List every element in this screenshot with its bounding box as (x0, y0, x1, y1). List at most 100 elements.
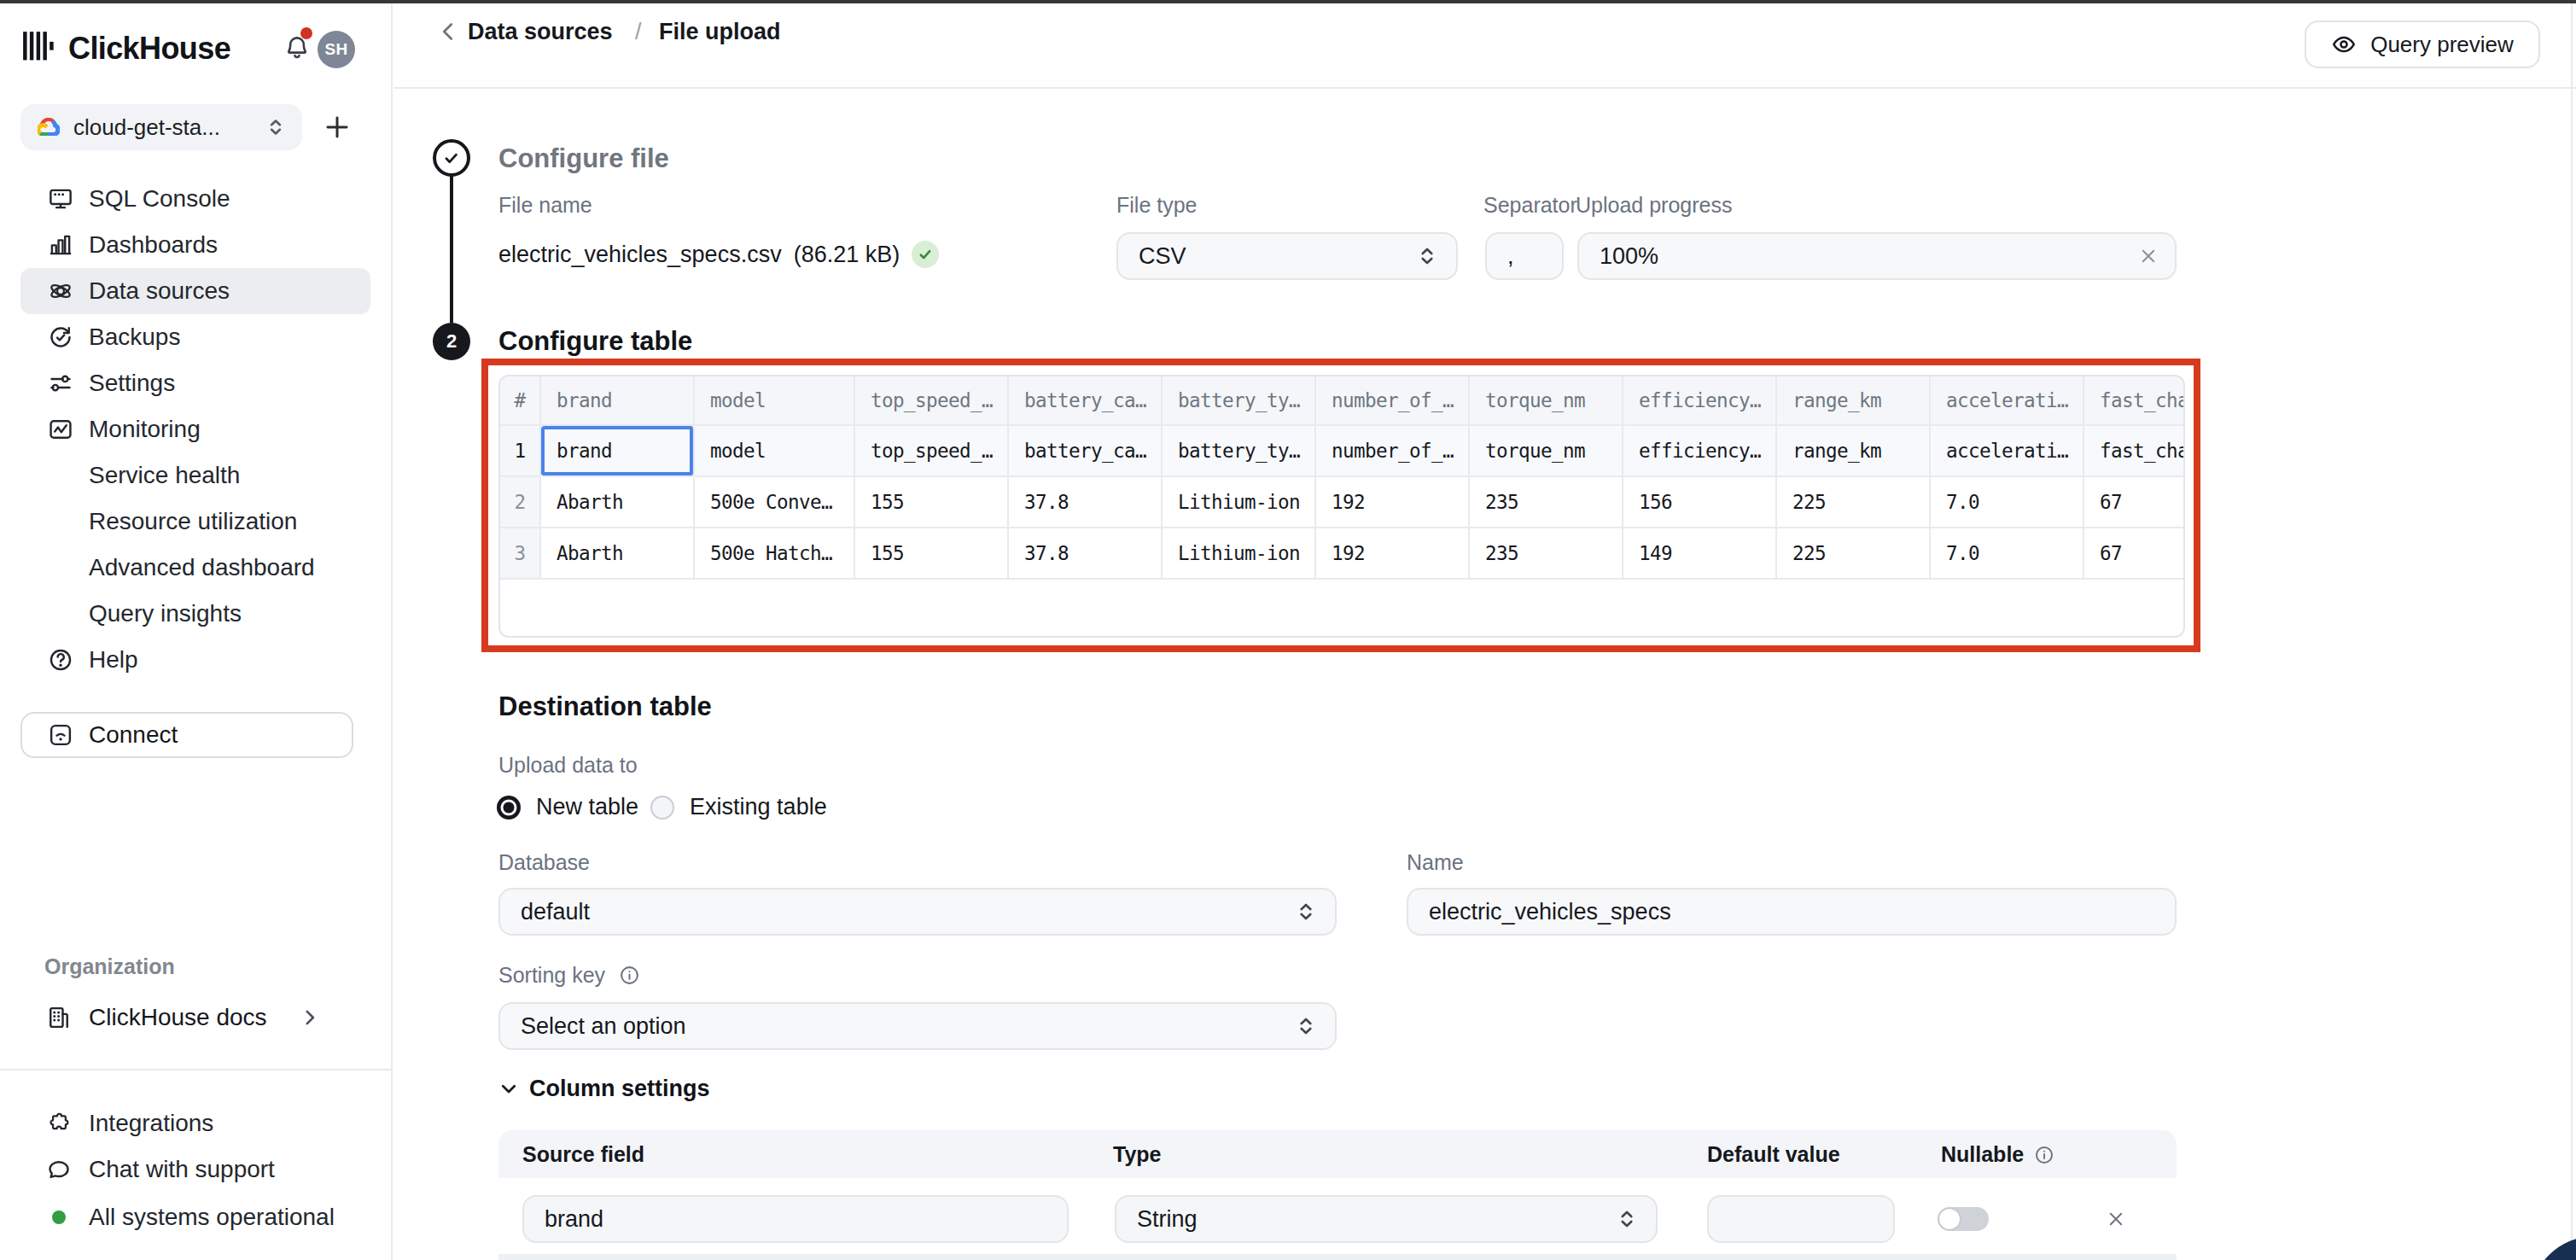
data-sources-icon (48, 278, 73, 304)
separator-label: Separator (1483, 193, 1577, 218)
sidebar-item-integrations[interactable]: Integrations (20, 1101, 372, 1146)
grid-cell[interactable]: 2 (500, 477, 541, 528)
grid-cell[interactable]: accelerati… (1931, 426, 2084, 477)
nullable-header: Nullable (1941, 1142, 2024, 1167)
separator-input[interactable]: , (1485, 232, 1564, 280)
grid-cell[interactable]: fast_cha (2084, 426, 2185, 477)
grid-cell[interactable]: 192 (1316, 528, 1470, 580)
source-field-input[interactable]: brand (522, 1195, 1069, 1243)
grid-cell[interactable]: 1 (500, 426, 541, 477)
radio-existing-table[interactable] (650, 796, 674, 820)
sidebar-item-sql-console[interactable]: SQL Console (20, 176, 370, 222)
breadcrumb-data-sources[interactable]: Data sources (468, 19, 613, 45)
grid-cell[interactable]: 500e Hatch… (695, 528, 855, 580)
chat-icon (46, 1157, 72, 1182)
grid-cell[interactable]: range_km (1777, 426, 1931, 477)
sidebar-item-help[interactable]: Help (20, 637, 370, 683)
grid-cell[interactable]: 235 (1470, 528, 1623, 580)
source-field-header: Source field (522, 1142, 644, 1167)
grid-cell[interactable]: top_speed_… (855, 426, 1009, 477)
sidebar-item-query-insights[interactable]: Query insights (20, 591, 370, 637)
remove-column-icon[interactable] (2107, 1210, 2125, 1228)
grid-header-cell: number_of_… (1316, 376, 1470, 426)
grid-cell[interactable]: 155 (855, 477, 1009, 528)
backups-icon (48, 324, 73, 350)
grid-cell[interactable]: 3 (500, 528, 541, 580)
workspace-name: cloud-get-sta... (73, 114, 251, 141)
type-select[interactable]: String (1115, 1195, 1658, 1243)
query-preview-button[interactable]: Query preview (2305, 20, 2540, 68)
sidebar-item-label: SQL Console (89, 185, 230, 213)
grid-cell[interactable]: Lithium-ion (1163, 477, 1316, 528)
grid-cell[interactable]: 500e Conve… (695, 477, 855, 528)
grid-cell[interactable]: Abarth (541, 477, 695, 528)
grid-cell[interactable]: 67 (2084, 477, 2185, 528)
sidebar-item-resource-utilization[interactable]: Resource utilization (20, 499, 370, 545)
sidebar-item-data-sources[interactable]: Data sources (20, 268, 370, 314)
clear-icon[interactable] (2139, 247, 2158, 265)
grid-cell[interactable]: battery_ty… (1163, 426, 1316, 477)
grid-cell[interactable]: 225 (1777, 528, 1931, 580)
radio-existing-table-label: Existing table (690, 794, 827, 820)
grid-cell[interactable]: 235 (1470, 477, 1623, 528)
back-chevron-icon[interactable] (435, 19, 461, 44)
grid-cell[interactable]: 155 (855, 528, 1009, 580)
sorting-key-select[interactable]: Select an option (498, 1002, 1337, 1050)
database-select[interactable]: default (498, 888, 1337, 936)
sql-console-icon (48, 186, 73, 212)
file-type-label: File type (1116, 193, 1197, 218)
table-name-value: electric_vehicles_specs (1429, 899, 1671, 925)
table-name-input[interactable]: electric_vehicles_specs (1407, 888, 2177, 936)
sidebar-item-clickhouse-docs[interactable]: ClickHouse docs (20, 995, 372, 1040)
grid-cell[interactable]: Lithium-ion (1163, 528, 1316, 580)
grid-cell[interactable]: battery_ca… (1009, 426, 1163, 477)
grid-cell[interactable]: Abarth (541, 528, 695, 580)
radio-new-table[interactable] (497, 796, 521, 820)
updown-chevron-icon (1615, 1207, 1639, 1231)
add-service-button[interactable] (323, 113, 352, 142)
file-name-value: electric_vehicles_specs.csv (498, 242, 782, 268)
column-settings-label: Column settings (529, 1076, 710, 1102)
grid-cell[interactable]: 7.0 (1931, 528, 2084, 580)
sidebar-item-settings[interactable]: Settings (20, 360, 370, 406)
chevron-down-icon (498, 1079, 519, 1100)
upload-progress-input[interactable]: 100% (1577, 232, 2177, 280)
grid-cell[interactable]: 156 (1623, 477, 1777, 528)
sidebar-item-monitoring[interactable]: Monitoring (20, 406, 370, 452)
sidebar-divider (0, 1069, 393, 1070)
grid-header-cell: torque_nm (1470, 376, 1623, 426)
sidebar-item-advanced-dashboard[interactable]: Advanced dashboard (20, 545, 370, 591)
grid-cell[interactable]: 67 (2084, 528, 2185, 580)
grid-cell[interactable]: 37.8 (1009, 477, 1163, 528)
column-settings-toggle[interactable]: Column settings (498, 1076, 710, 1102)
connect-label: Connect (89, 721, 178, 749)
grid-cell[interactable]: 7.0 (1931, 477, 2084, 528)
connect-button[interactable]: Connect (20, 712, 353, 758)
sidebar-item-label: Service health (89, 462, 240, 489)
avatar[interactable]: SH (318, 31, 355, 68)
grid-cell[interactable]: 225 (1777, 477, 1931, 528)
sidebar-item-label: Chat with support (89, 1156, 275, 1183)
sidebar-item-dashboards[interactable]: Dashboards (20, 222, 370, 268)
file-type-select[interactable]: CSV (1116, 232, 1458, 280)
nullable-toggle[interactable] (1938, 1207, 1989, 1231)
sidebar-item-label: Dashboards (89, 231, 218, 259)
notification-dot (300, 27, 312, 39)
sidebar-item-backups[interactable]: Backups (20, 314, 370, 360)
grid-cell[interactable]: model (695, 426, 855, 477)
grid-cell[interactable]: efficiency… (1623, 426, 1777, 477)
grid-cell[interactable]: 149 (1623, 528, 1777, 580)
sidebar-item-status: All systems operational (20, 1195, 372, 1240)
database-label: Database (498, 850, 590, 875)
workspace-selector[interactable]: cloud-get-sta... (20, 104, 302, 150)
default-value-input[interactable] (1707, 1195, 1895, 1243)
grid-cell[interactable]: number_of_… (1316, 426, 1470, 477)
sidebar-item-service-health[interactable]: Service health (20, 452, 370, 499)
grid-cell[interactable]: brand (541, 426, 695, 477)
grid-cell[interactable]: 37.8 (1009, 528, 1163, 580)
grid-cell[interactable]: 192 (1316, 477, 1470, 528)
sidebar-item-chat-with-support[interactable]: Chat with support (20, 1147, 372, 1192)
grid-cell[interactable]: torque_nm (1470, 426, 1623, 477)
scroll-edge (2571, 3, 2573, 1260)
chat-widget-button[interactable] (2530, 1236, 2576, 1260)
